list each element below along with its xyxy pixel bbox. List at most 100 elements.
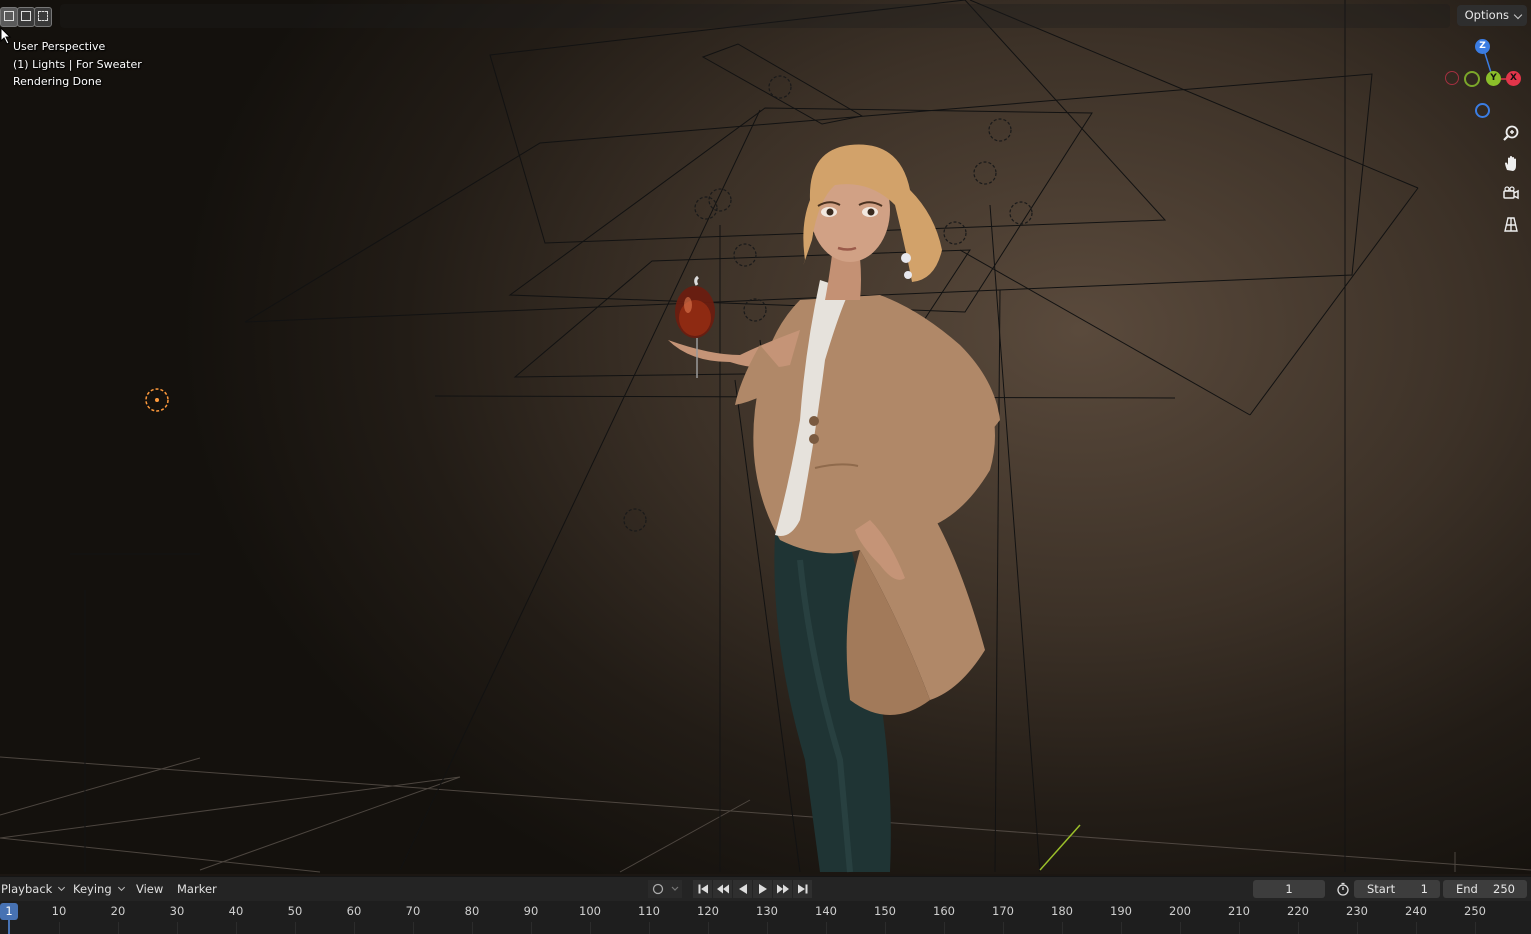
mouse-pointer-icon (0, 27, 12, 45)
keying-menu[interactable]: Keying (73, 881, 126, 897)
end-frame-value: 250 (1493, 882, 1515, 896)
ruler-tick-line (826, 922, 827, 934)
ruler-tick-label: 10 (51, 904, 67, 918)
ruler-tick-label: 20 (110, 904, 126, 918)
playback-menu[interactable]: Playback (1, 881, 66, 897)
chevron-down-icon[interactable] (668, 880, 682, 898)
ruler-tick-label: 80 (464, 904, 480, 918)
ruler-tick-line (531, 922, 532, 934)
character-model (668, 144, 1000, 873)
ruler-tick-line (59, 922, 60, 934)
ruler-tick-label: 60 (346, 904, 362, 918)
ruler-tick-line (354, 922, 355, 934)
ruler-tick-label: 190 (1110, 904, 1132, 918)
ruler-tick-label: 90 (523, 904, 539, 918)
ruler-tick-line (708, 922, 709, 934)
ruler-tick-line (413, 922, 414, 934)
select-mode-subtract-button[interactable] (34, 7, 52, 27)
scene-render (0, 0, 1531, 873)
ruler-tick-line (1062, 922, 1063, 934)
ruler-tick-label: 150 (874, 904, 896, 918)
ruler-tick-line (1180, 922, 1181, 934)
start-frame-field[interactable]: Start 1 (1354, 880, 1440, 898)
gizmo-x-axis[interactable]: X (1506, 71, 1521, 86)
ruler-tick-line (1357, 922, 1358, 934)
play-reverse-button[interactable] (733, 880, 752, 898)
select-mode-extend-button[interactable] (17, 7, 35, 27)
playhead-frame-indicator[interactable]: 1 (0, 903, 18, 920)
ruler-tick-line (1003, 922, 1004, 934)
zoom-icon[interactable] (1497, 119, 1525, 147)
gizmo-y-axis[interactable]: Y (1486, 71, 1501, 86)
ruler-tick-label: 160 (933, 904, 955, 918)
end-frame-label: End (1456, 882, 1478, 896)
ruler-tick-label: 180 (1051, 904, 1073, 918)
ruler-tick-label: 240 (1405, 904, 1427, 918)
options-dropdown[interactable]: Options (1456, 5, 1527, 26)
start-frame-value: 1 (1420, 882, 1428, 896)
jump-to-start-button[interactable] (693, 880, 712, 898)
ruler-tick-line (767, 922, 768, 934)
ruler-tick-label: 200 (1169, 904, 1191, 918)
grid-ortho-icon[interactable] (1497, 210, 1525, 238)
timeline-header: Playback Keying View Marker 1 Start 1 En… (0, 876, 1531, 901)
ruler-tick-line (944, 922, 945, 934)
ruler-tick-label: 230 (1346, 904, 1368, 918)
hand-pan-icon[interactable] (1497, 149, 1525, 177)
ruler-tick-label: 140 (815, 904, 837, 918)
y-axis-line (1039, 824, 1081, 871)
camera-icon[interactable] (1497, 180, 1525, 208)
gizmo-neg-x-axis[interactable] (1445, 71, 1459, 85)
gizmo-z-axis[interactable]: Z (1475, 39, 1490, 54)
ruler-tick-label: 130 (756, 904, 778, 918)
jump-to-end-button[interactable] (793, 880, 812, 898)
stopwatch-icon[interactable] (1333, 880, 1352, 898)
ruler-tick-label: 100 (579, 904, 601, 918)
start-frame-label: Start (1367, 882, 1396, 896)
select-mode-set-button[interactable] (0, 7, 18, 27)
ruler-tick-label: 50 (287, 904, 303, 918)
ruler-tick-line (1239, 922, 1240, 934)
ruler-tick-line (236, 922, 237, 934)
ruler-tick-label: 250 (1464, 904, 1486, 918)
gizmo-neg-z-axis[interactable] (1475, 103, 1490, 118)
playhead-line (8, 920, 10, 934)
marker-menu[interactable]: Marker (177, 881, 217, 897)
gizmo-neg-y-axis[interactable] (1464, 71, 1480, 87)
ruler-tick-line (885, 922, 886, 934)
ruler-tick-label: 220 (1287, 904, 1309, 918)
jump-to-keyframe-forward-button[interactable] (773, 880, 792, 898)
view-menu[interactable]: View (136, 881, 163, 897)
ruler-tick-line (1121, 922, 1122, 934)
auto-keying-toggle[interactable] (648, 880, 668, 898)
ruler-tick-label: 110 (638, 904, 660, 918)
jump-to-keyframe-back-button[interactable] (713, 880, 732, 898)
viewport-header-bar (60, 4, 1450, 28)
ruler-tick-line (177, 922, 178, 934)
ruler-tick-line (472, 922, 473, 934)
ruler-tick-line (1475, 922, 1476, 934)
ruler-tick-label: 70 (405, 904, 421, 918)
current-frame-field[interactable]: 1 (1253, 880, 1325, 898)
ruler-tick-line (295, 922, 296, 934)
ruler-tick-line (1416, 922, 1417, 934)
view-name-label: User Perspective (13, 40, 106, 53)
ruler-tick-label: 170 (992, 904, 1014, 918)
ruler-tick-label: 210 (1228, 904, 1250, 918)
ruler-tick-label: 30 (169, 904, 185, 918)
collection-label: (1) Lights | For Sweater (13, 57, 142, 71)
ruler-tick-line (590, 922, 591, 934)
timeline-ruler[interactable]: 10 20 30 40 50 60 70 80 90 100 110 120 130 140 150 160 1… (0, 901, 1531, 934)
ruler-tick-label: 40 (228, 904, 244, 918)
navigation-gizmo[interactable]: Z Y X (1440, 36, 1530, 122)
ruler-tick-line (649, 922, 650, 934)
play-button[interactable] (753, 880, 772, 898)
floor-grid (0, 756, 1531, 873)
3d-viewport[interactable]: User Perspective (1) Lights | For Sweate… (0, 0, 1531, 874)
end-frame-field[interactable]: End 250 (1443, 880, 1527, 898)
selected-light (145, 388, 169, 412)
ruler-tick-line (1298, 922, 1299, 934)
ruler-tick-line (118, 922, 119, 934)
light-wireframes (70, 0, 1419, 873)
viewport-info-overlay: User Perspective (1) Lights | For Sweate… (13, 38, 142, 91)
